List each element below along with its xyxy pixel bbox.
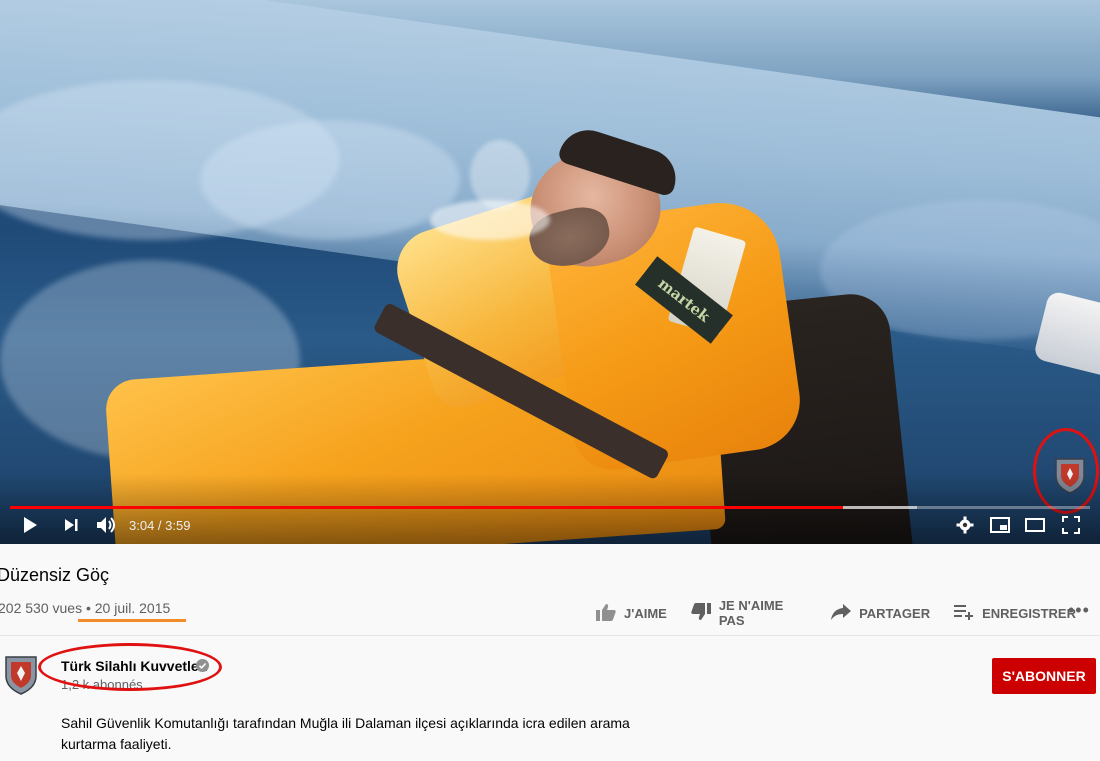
next-button[interactable]: [63, 515, 79, 539]
subscribe-button[interactable]: S'ABONNER: [992, 658, 1096, 694]
view-count: 202 530 vues: [0, 600, 83, 616]
like-icon: [596, 603, 624, 624]
theater-icon: [1025, 517, 1045, 537]
progress-played: [10, 506, 843, 509]
share-icon: [831, 603, 859, 623]
play-button[interactable]: [22, 515, 38, 539]
share-label: PARTAGER: [859, 605, 931, 621]
annotation-circle-channel: [38, 643, 222, 691]
more-actions-button[interactable]: •••: [1068, 600, 1090, 621]
like-label: J'AIME: [624, 605, 667, 621]
miniplayer-button[interactable]: [990, 515, 1010, 539]
save-label: ENREGISTRER: [982, 605, 1076, 621]
video-meta: 202 530 vues • 20 juil. 2015: [0, 600, 170, 616]
publish-date: 20 juil. 2015: [94, 600, 171, 616]
dislike-icon: [691, 602, 719, 624]
volume-button[interactable]: [96, 515, 116, 539]
video-player[interactable]: martek 3:04 / 3:59: [0, 0, 1100, 544]
video-description: Sahil Güvenlik Komutanlığı tarafından Mu…: [61, 715, 630, 752]
time-display: 3:04 / 3:59: [129, 518, 191, 533]
dislike-label: JE N'AIME PAS: [718, 598, 784, 628]
progress-bar[interactable]: [10, 506, 1090, 509]
video-actions: J'AIME JE N'AIME PAS PARTAGER ENREGISTRE…: [596, 598, 1100, 628]
save-button[interactable]: ENREGISTRER: [954, 604, 1076, 623]
video-splash: [470, 140, 530, 210]
divider: [0, 635, 1100, 636]
controls-gradient: [0, 474, 1100, 544]
next-icon: [63, 517, 79, 538]
settings-icon: [956, 516, 974, 539]
dislike-button[interactable]: JE N'AIME PAS: [691, 598, 807, 628]
theater-mode-button[interactable]: [1025, 515, 1045, 539]
save-playlist-icon: [954, 604, 982, 623]
play-icon: [22, 516, 38, 539]
annotation-underline-date: [78, 619, 186, 622]
like-button[interactable]: J'AIME: [596, 603, 667, 624]
share-button[interactable]: PARTAGER: [831, 603, 931, 623]
fullscreen-button[interactable]: [1062, 515, 1080, 539]
video-wave: [200, 120, 460, 240]
meta-separator: •: [85, 600, 91, 616]
volume-icon: [96, 516, 116, 539]
fullscreen-icon: [1062, 515, 1080, 539]
settings-button[interactable]: [956, 515, 974, 539]
channel-avatar[interactable]: [4, 655, 38, 695]
miniplayer-icon: [990, 516, 1010, 538]
video-title: Düzensiz Göç: [0, 565, 110, 585]
